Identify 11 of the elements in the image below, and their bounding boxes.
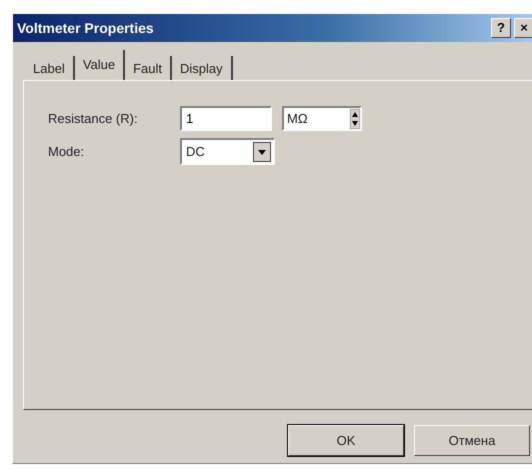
dropdown[interactable]: DC bbox=[180, 138, 275, 165]
input-field[interactable]: 1 bbox=[180, 106, 272, 131]
field-label: Mode: bbox=[48, 144, 86, 159]
window-title: Voltmeter Properties bbox=[17, 20, 155, 36]
field-label: Resistance (R): bbox=[48, 111, 139, 126]
unit-spinner[interactable]: MΩ bbox=[282, 106, 362, 131]
spin-arrows-icon[interactable] bbox=[350, 108, 360, 128]
dialog-button[interactable]: Отмена bbox=[414, 425, 530, 456]
dialog-button[interactable]: OK bbox=[288, 425, 404, 456]
close-button[interactable]: × bbox=[514, 18, 532, 38]
help-button[interactable]: ? bbox=[491, 18, 511, 38]
